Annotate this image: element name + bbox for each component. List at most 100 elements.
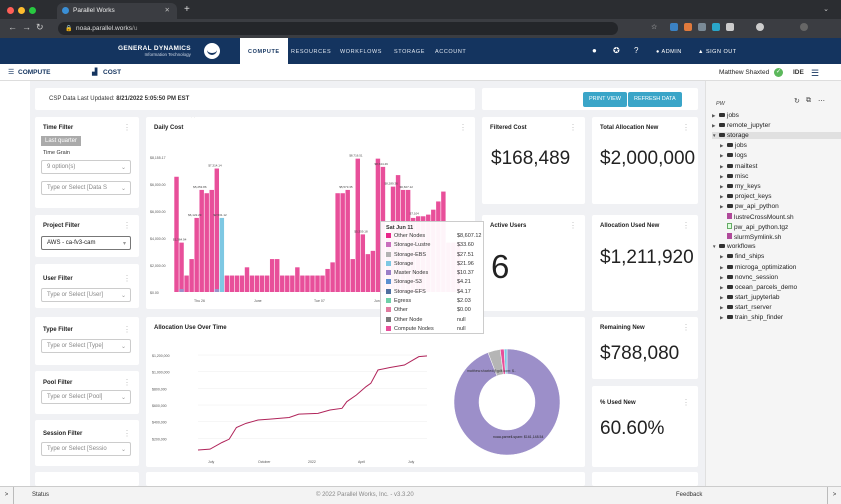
refresh-data-button[interactable]: REFRESH DATA [628,92,682,107]
gd-logo: GENERAL DYNAMICS Information Technology [118,45,191,57]
file-item[interactable]: lustreCrossMount.sh [720,213,794,221]
kebab-icon[interactable]: ⋮ [123,123,131,132]
folder-item[interactable]: ▶ find_ships [720,253,764,260]
profile-icon[interactable] [756,23,764,31]
data-source-select[interactable]: Type or Select [Data S ⌄ [41,181,131,195]
folder-item[interactable]: ▶ jobs [712,112,739,119]
user-select[interactable]: Type or Select [User] ⌄ [41,288,131,302]
extension-icon[interactable] [684,23,692,31]
folder-item[interactable]: ▶ microga_optimization [720,264,796,271]
print-view-button[interactable]: PRINT VIEW [583,92,627,107]
signout-link[interactable]: ▲ SIGN OUT [698,49,737,55]
folder-item[interactable]: ▶ mailtest [720,163,757,170]
folder-item[interactable]: ▶ misc [720,173,748,180]
cost-link[interactable]: COST [103,69,121,76]
feedback-link[interactable]: Feedback [676,492,702,498]
folder-item[interactable]: ▶ novnc_session [720,274,778,281]
empty-card [146,472,475,486]
folder-item[interactable]: ▶ my_keys [720,183,761,190]
type-select[interactable]: Type or Select [Type] ⌄ [41,339,131,353]
extension-icon[interactable] [670,23,678,31]
kebab-icon[interactable]: ⋮ [123,325,131,334]
tooltip-row: Storage-EBS $27.51 [386,251,478,261]
new-tab-icon[interactable]: + [184,4,190,15]
bar [325,268,330,292]
kebab-icon[interactable]: ⋮ [682,221,690,230]
folder-icon [727,173,733,178]
help-icon[interactable]: ? [634,46,638,55]
refresh-icon[interactable]: ↻ [794,97,800,105]
folder-item[interactable]: ▼ workflows [712,243,756,250]
tab-storage[interactable]: STORAGE [394,38,425,64]
bar [300,275,305,292]
bar [259,275,265,292]
expand-icon[interactable]: > [827,487,841,504]
session-select[interactable]: Type or Select [Sessio ⌄ [41,442,131,456]
tab-resources[interactable]: RESOURCES [291,38,331,64]
puzzle-icon[interactable] [726,23,734,31]
project-select[interactable]: AWS - ca-fv3-cam ▾ [41,236,131,250]
more-icon[interactable]: ⋯ [818,97,825,105]
extension-icon[interactable] [698,23,706,31]
pool-select[interactable]: Type or Select [Pool] ⌄ [41,390,131,404]
tab-workflows[interactable]: WORKFLOWS [340,38,382,64]
forward-icon[interactable]: → [22,22,31,32]
folder-item[interactable]: ▶ ocean_parcels_demo [720,284,797,291]
folder-item[interactable]: ▶ start_rserver [720,304,771,311]
kebab-icon[interactable]: ⋮ [569,123,577,132]
new-file-icon[interactable]: ⧉ [806,97,811,105]
kebab-icon[interactable]: ⋮ [682,123,690,132]
menu-icon[interactable]: ☰ [811,68,819,79]
chevron-icon: ▼ [712,244,717,250]
address-bar[interactable]: 🔒 noaa.parallel.works/u [58,22,618,35]
kebab-icon[interactable]: ⋮ [123,221,131,230]
folder-item[interactable]: ▶ start_jupyterlab [720,294,779,301]
folder-item[interactable]: ▶ pw_api_python [720,203,779,210]
expand-icon[interactable]: > [0,487,14,504]
user-name[interactable]: Matthew Shaxted [719,69,769,76]
ide-toggle[interactable]: IDE [793,69,804,76]
legend-swatch [386,251,391,257]
actions-card: PRINT VIEW REFRESH DATA [482,88,698,110]
folder-item[interactable]: ▶ logs [720,152,747,159]
folder-item[interactable]: ▶ jobs [720,142,747,149]
data-label: $8,289.36 [385,182,399,186]
tab-compute[interactable]: COMPUTE [240,38,288,64]
time-grain-select[interactable]: 9 option(s) ⌄ [41,160,131,174]
folder-item[interactable]: ▼ storage [712,132,841,140]
reload-icon[interactable]: ↻ [36,22,44,33]
y-tick-label: $400,000 [152,421,167,425]
kebab-icon[interactable]: ⋮ [682,398,690,407]
alloc-over-time-chart[interactable]: $1,200,000 $1,000,000 $800,000 $600,000 $400… [146,317,475,467]
folder-item[interactable]: ▶ remote_jupyter [712,122,770,129]
settings-icon[interactable]: ✪ [613,46,620,55]
maximize-window-icon[interactable] [29,7,36,14]
bar [340,193,345,292]
kebab-icon[interactable]: ⋮ [682,323,690,332]
time-filter-chip[interactable]: Last quarter [41,136,82,146]
cost-by-user-chart[interactable] [427,317,585,467]
extension-icon[interactable] [712,23,720,31]
kebab-icon[interactable]: ⋮ [123,274,131,283]
minimize-window-icon[interactable] [18,7,25,14]
browser-tab[interactable]: Parallel Works ✕ [57,3,177,19]
star-icon[interactable]: ☆ [651,23,657,31]
close-tab-icon[interactable]: ✕ [165,6,170,14]
folder-item[interactable]: ▶ train_ship_finder [720,314,783,321]
file-item[interactable]: pw_api_python.tgz [720,223,788,231]
tooltip-series-name: Storage-Lustre [394,242,431,249]
folder-item[interactable]: ▶ project_keys [720,193,772,200]
file-item[interactable]: slurmSymlink.sh [720,233,781,241]
kebab-icon[interactable]: ⋮ [569,221,577,230]
chevron-down-icon[interactable]: ⌄ [823,5,829,13]
avatar[interactable] [800,23,808,31]
admin-link[interactable]: ● ADMIN [656,49,682,55]
kebab-icon[interactable]: ⋮ [123,429,131,438]
droplet-icon[interactable]: ● [592,46,597,55]
close-window-icon[interactable] [7,7,14,14]
compute-link[interactable]: COMPUTE [18,69,51,76]
tab-account[interactable]: ACCOUNT [435,38,466,64]
back-icon[interactable]: ← [8,22,17,32]
kebab-icon[interactable]: ⋮ [123,378,131,387]
tooltip-series-name: Storage-EFS [394,288,426,295]
